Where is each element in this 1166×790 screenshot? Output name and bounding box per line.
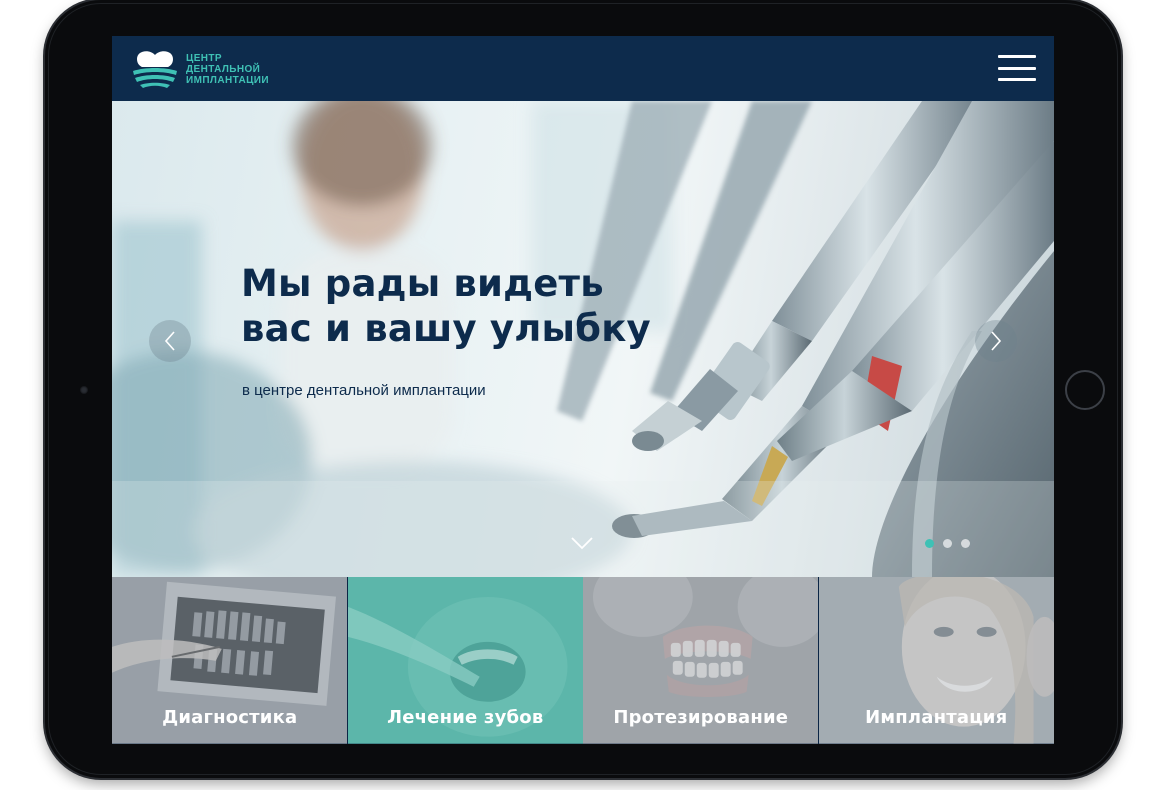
services-tiles: Диагностика Лечение зубов Протезирование… (112, 577, 1054, 744)
logo-line-3: ИМПЛАНТАЦИИ (186, 74, 269, 86)
service-tile-diagnostics[interactable]: Диагностика (112, 577, 348, 744)
slider-dots (925, 539, 970, 548)
website-screen: ЦЕНТР ДЕНТАЛЬНОЙ ИМПЛАНТАЦИИ Мы рады вид… (112, 36, 1054, 744)
service-tile-treatment[interactable]: Лечение зубов (347, 577, 584, 744)
chevron-right-icon (991, 331, 1002, 351)
logo-line-1: ЦЕНТР (186, 52, 222, 64)
logo-line-2: ДЕНТАЛЬНОЙ (186, 63, 261, 75)
service-label-treatment: Лечение зубов (387, 707, 544, 728)
site-header: ЦЕНТР ДЕНТАЛЬНОЙ ИМПЛАНТАЦИИ (112, 36, 1054, 101)
slider-dot-1[interactable] (925, 539, 934, 548)
service-tile-prosthetics[interactable]: Протезирование (583, 577, 819, 744)
home-button[interactable] (1065, 370, 1105, 410)
hamburger-menu-icon[interactable] (998, 55, 1036, 81)
slider-prev-button[interactable] (149, 320, 191, 362)
service-label-prosthetics: Протезирование (613, 707, 789, 728)
hero-slider: Мы рады видеть вас и вашу улыбку в центр… (112, 101, 1054, 577)
hero-subtitle: в центре дентальной имплантации (242, 382, 486, 399)
hero-title: Мы рады видеть вас и вашу улыбку (241, 261, 701, 351)
service-tile-implantation[interactable]: Имплантация (818, 577, 1055, 744)
site-logo[interactable]: ЦЕНТР ДЕНТАЛЬНОЙ ИМПЛАНТАЦИИ (130, 46, 269, 92)
tooth-logo-icon (133, 51, 177, 88)
slider-dot-3[interactable] (961, 539, 970, 548)
service-label-implantation: Имплантация (865, 707, 1008, 728)
slider-dot-2[interactable] (943, 539, 952, 548)
front-camera (80, 386, 88, 394)
hero-title-line-1: Мы рады видеть (241, 262, 604, 305)
slider-next-button[interactable] (975, 320, 1017, 362)
hero-title-line-2: вас и вашу улыбку (241, 307, 651, 350)
chevron-down-icon[interactable] (571, 535, 593, 551)
chevron-left-icon (164, 331, 175, 351)
service-label-diagnostics: Диагностика (162, 707, 298, 728)
